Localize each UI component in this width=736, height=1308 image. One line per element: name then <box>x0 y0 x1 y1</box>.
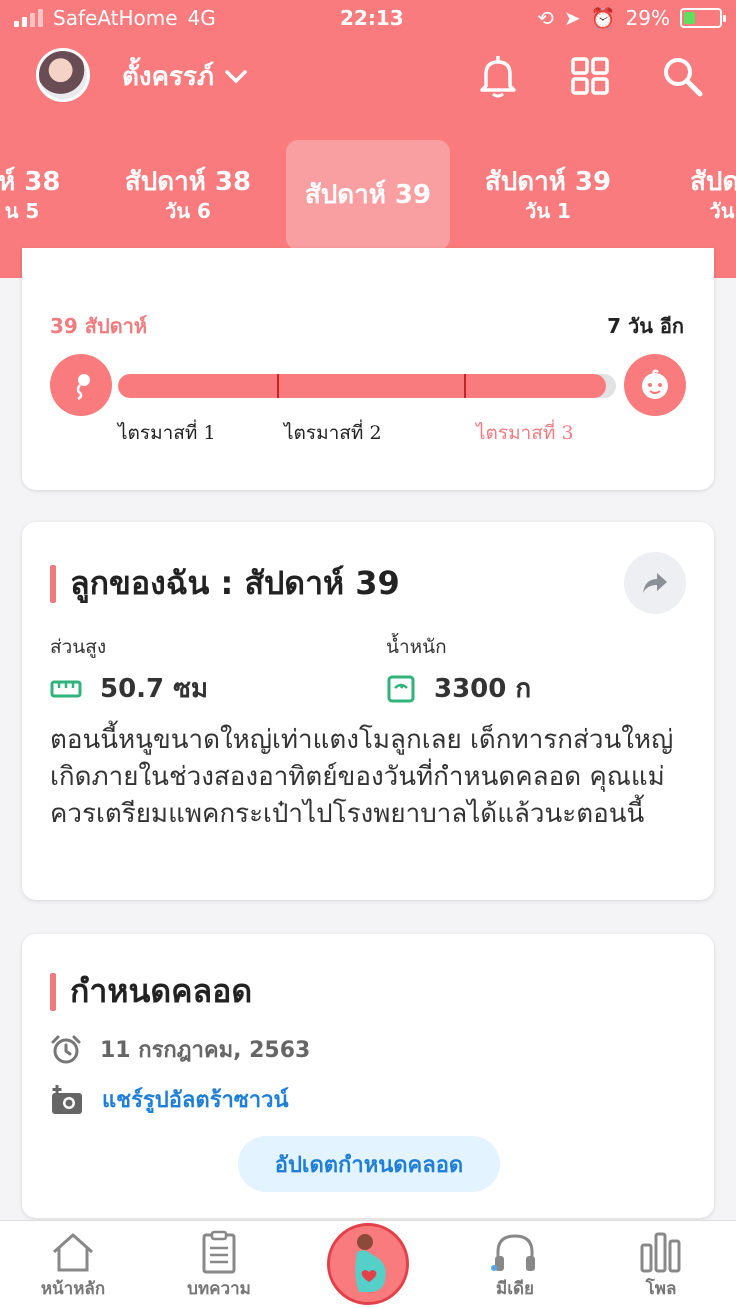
section-accent <box>50 972 56 1011</box>
add-photo-icon <box>52 1084 82 1114</box>
week-tab[interactable]: าห์ 38 น 5 <box>0 140 104 250</box>
week-tab[interactable]: สัปดา วัน <box>640 140 736 250</box>
due-date-card: กำหนดคลอด 11 กรกฎาคม, 2563 แชร์รูปอัลตร้… <box>22 934 714 1218</box>
nav-home[interactable]: หน้าหลัก <box>18 1229 128 1302</box>
baby-title: ลูกของฉัน : สัปดาห์ 39 <box>70 564 400 602</box>
ruler-icon <box>50 680 82 697</box>
avatar[interactable] <box>36 48 90 102</box>
baby-face-icon <box>624 354 686 416</box>
profile-switcher[interactable]: ตั้งครรภ์ <box>122 56 248 97</box>
weeks-label: 39 สัปดาห์ <box>50 314 148 338</box>
due-date-title: กำหนดคลอด <box>70 972 253 1010</box>
battery-percent: 29% <box>625 6 670 30</box>
app-header: SafeAtHome 4G 22:13 ⟲ ➤ ⏰ 29% ตั้งครรภ์ <box>0 0 736 278</box>
sperm-icon <box>50 354 112 416</box>
weight-stat: 3300 ก <box>386 668 531 709</box>
home-icon <box>52 1233 94 1272</box>
pregnant-woman-icon <box>355 1234 386 1292</box>
chevron-down-icon <box>225 69 247 83</box>
week-tab[interactable]: สัปดาห์ 38 วัน 6 <box>106 140 270 250</box>
nav-media[interactable]: มีเดีย <box>460 1229 570 1302</box>
battery-icon <box>680 8 726 28</box>
status-bar: SafeAtHome 4G 22:13 ⟲ ➤ ⏰ 29% <box>0 0 736 38</box>
signal-icon <box>14 9 43 27</box>
weight-value: 3300 ก <box>434 674 532 704</box>
length-label: ส่วนสูง <box>50 636 107 658</box>
length-stat: 50.7 ซม <box>50 668 208 709</box>
headphones-icon <box>491 1234 535 1271</box>
nav-articles[interactable]: บทความ <box>164 1229 274 1302</box>
days-left-label: 7 วัน อีก <box>607 314 684 338</box>
section-accent <box>50 564 56 603</box>
week-selector: าห์ 38 น 5 สัปดาห์ 38 วัน 6 สัปดาห์ 39 ส… <box>0 140 736 252</box>
update-due-date-button[interactable]: อัปเดตกำหนดคลอด <box>238 1136 500 1192</box>
trimester-2-label: ไตรมาสที่ 2 <box>284 422 382 444</box>
clock: 22:13 <box>340 6 404 30</box>
trimester-3-label: ไตรมาสที่ 3 <box>476 422 574 444</box>
progress-card: 39 สัปดาห์ 7 วัน อีก ไตรมาสที่ 1 ไตรมาสท… <box>22 248 714 490</box>
pregnancy-progress-bar <box>118 374 616 398</box>
search-icon[interactable] <box>658 52 706 100</box>
network-label: 4G <box>187 6 216 30</box>
share-button[interactable] <box>624 552 686 614</box>
weight-label: น้ำหนัก <box>386 636 447 658</box>
scale-icon <box>387 675 415 702</box>
top-bar: ตั้งครรภ์ <box>0 44 736 108</box>
user-name: ตั้งครรภ์ <box>122 62 215 92</box>
alarm-icon: ⏰ <box>590 6 616 30</box>
location-icon: ➤ <box>563 6 581 30</box>
trimester-1-label: ไตรมาสที่ 1 <box>118 422 216 444</box>
due-date-value: 11 กรกฎาคม, 2563 <box>100 1038 311 1063</box>
baby-info-card: ลูกของฉัน : สัปดาห์ 39 ส่วนสูง น้ำหนัก 5… <box>22 522 714 900</box>
pregnancy-center-button[interactable] <box>327 1223 409 1305</box>
bell-icon[interactable] <box>474 52 522 100</box>
share-icon <box>643 573 667 593</box>
due-date-row: 11 กรกฎาคม, 2563 <box>50 1032 310 1067</box>
share-ultrasound-link[interactable]: แชร์รูปอัลตร้าซาวน์ <box>50 1082 289 1117</box>
nav-poll[interactable]: โพล <box>606 1229 716 1302</box>
rotation-lock-icon: ⟲ <box>537 6 554 30</box>
clipboard-icon <box>202 1230 236 1274</box>
grid-icon[interactable] <box>566 52 614 100</box>
baby-description: ตอนนี้หนูขนาดใหญ่เท่าแตงโมลูกเลย เด็กทาร… <box>50 725 674 829</box>
bar-chart-icon <box>640 1232 681 1273</box>
week-tab[interactable]: สัปดาห์ 39 วัน 1 <box>466 140 630 250</box>
bottom-nav: หน้าหลัก บทความ มีเดีย โพล <box>0 1220 736 1308</box>
week-tab-selected[interactable]: สัปดาห์ 39 <box>286 140 450 250</box>
alarm-clock-icon <box>51 1035 81 1063</box>
length-value: 50.7 ซม <box>100 674 208 704</box>
carrier-label: SafeAtHome <box>53 6 178 30</box>
